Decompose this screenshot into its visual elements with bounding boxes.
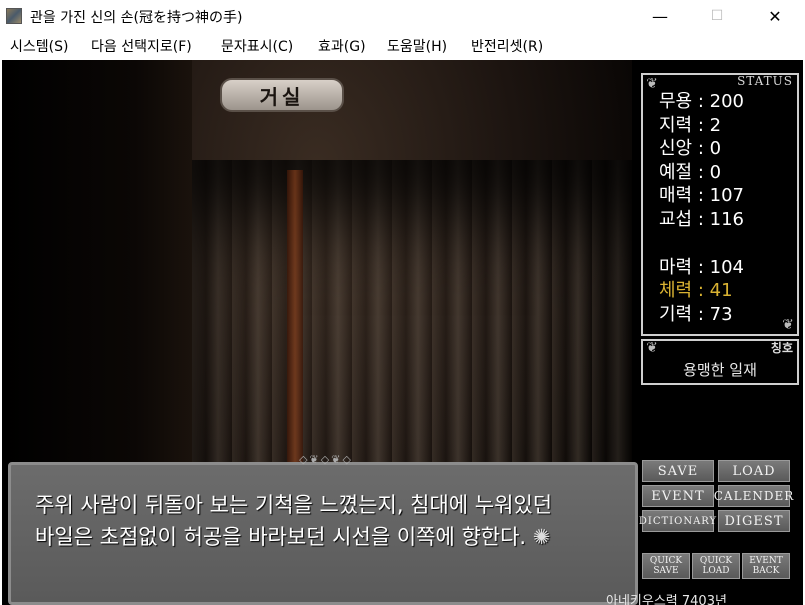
dialog-line-2-text: 바일은 초점없이 허공을 바라보던 시선을 이쪽에 향한다. [35,525,527,549]
stat-martial: 무용 : 200 [659,91,744,112]
dialog-line-1: 주위 사람이 뒤돌아 보는 기척을 느꼈는지, 침대에 누워있던 [35,493,553,517]
stat-energy: 기력 : 73 [659,304,733,325]
quick-load-button[interactable]: QUICK LOAD [692,553,740,579]
ornament-icon: ❦ [646,340,658,356]
stat-negotiation: 교섭 : 116 [659,209,744,230]
event-back-label-1: EVENT [749,556,783,566]
quick-save-label-1: QUICK [649,556,683,566]
title-value: 용맹한 일재 [683,361,757,379]
close-button[interactable]: ✕ [752,0,798,32]
continue-gear-icon: ✺ [532,525,551,549]
menu-help[interactable]: 도움말(H) [387,36,447,56]
quick-load-label-1: QUICK [699,556,733,566]
event-back-button[interactable]: EVENT BACK [742,553,790,579]
menu-system[interactable]: 시스템(S) [10,36,68,56]
digest-button[interactable]: DIGEST [718,510,790,532]
title-label: 칭호 [770,341,793,355]
window-title: 관을 가진 신의 손(冠を持つ神の手) [30,10,243,26]
status-panel: ❦ ❦ STATUS 무용 : 200 지력 : 2 신앙 : 0 예절 : 0… [641,73,799,336]
menu-next-choice[interactable]: 다음 선택지로(F) [91,36,192,56]
dialog-line-2: 바일은 초점없이 허공을 바라보던 시선을 이쪽에 향한다. ✺ [35,521,550,551]
menu-reset[interactable]: 반전리셋(R) [471,36,543,56]
title-bar: 관을 가진 신의 손(冠を持つ神の手) — ☐ ✕ [0,0,805,32]
save-button[interactable]: SAVE [642,460,714,482]
calendar-date: 아네키우스력 7403년 [606,594,727,605]
menu-text-display[interactable]: 문자표시(C) [221,36,293,56]
menu-bar: 시스템(S) 다음 선택지로(F) 문자표시(C) 효과(G) 도움말(H) 반… [0,32,805,58]
stat-charm: 매력 : 107 [659,185,744,206]
game-screen[interactable]: 거실 ❦ ❦ STATUS 무용 : 200 지력 : 2 신앙 : 0 예절 … [2,60,803,605]
minimize-button[interactable]: — [637,0,683,32]
event-button[interactable]: EVENT [642,485,714,507]
maximize-button[interactable]: ☐ [694,0,740,32]
dialog-box[interactable]: ◇❦◇❦◇ 주위 사람이 뒤돌아 보는 기척을 느꼈는지, 침대에 누워있던 바… [8,453,638,605]
stat-stamina: 체력 : 41 [659,280,733,301]
quick-load-label-2: LOAD [702,566,730,576]
calender-button[interactable]: CALENDER [714,485,793,507]
app-icon [6,8,22,24]
ornament-icon: ◇❦◇❦◇ [299,453,353,466]
dictionary-button[interactable]: DICTIONARY [639,510,716,532]
location-plate: 거실 [220,78,344,112]
ornament-icon: ❦ [782,317,794,333]
status-header: STATUS [737,74,793,88]
stat-faith: 신앙 : 0 [659,138,722,159]
quick-save-button[interactable]: QUICK SAVE [642,553,690,579]
load-button[interactable]: LOAD [718,460,790,482]
menu-effects[interactable]: 효과(G) [318,36,366,56]
title-panel: ❦ 칭호 용맹한 일재 [641,339,799,385]
event-back-label-2: BACK [752,566,780,576]
quick-save-label-2: SAVE [653,566,679,576]
